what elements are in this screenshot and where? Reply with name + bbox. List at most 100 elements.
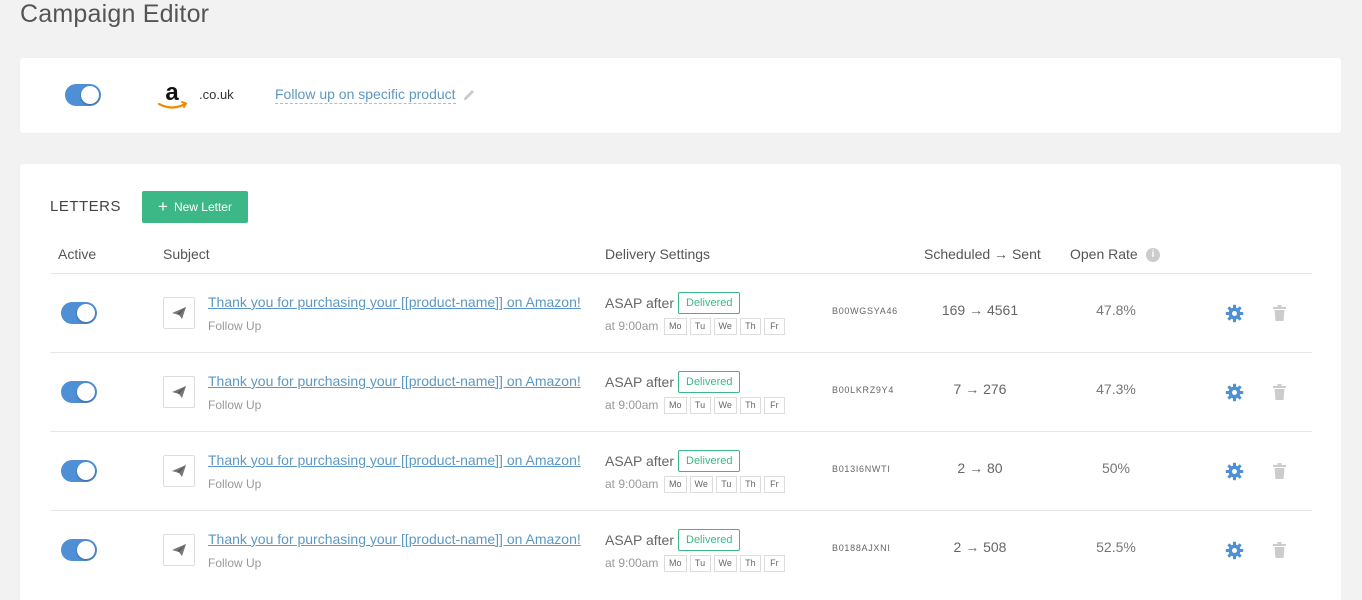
letter-subject-link[interactable]: Thank you for purchasing your [[product-…: [208, 373, 581, 389]
gear-icon[interactable]: [1225, 462, 1244, 481]
day-chip[interactable]: Mo: [664, 397, 687, 414]
trash-icon[interactable]: [1273, 542, 1286, 558]
send-icon: [163, 534, 195, 566]
table-row: Thank you for purchasing your [[product-…: [20, 432, 1341, 511]
letter-active-toggle[interactable]: [61, 302, 97, 324]
delivery-days: Mo Tu We Th Fr: [664, 555, 785, 572]
scheduled-sent-count: 7 → 276: [953, 381, 1007, 397]
open-rate-value: 47.8%: [1096, 302, 1136, 318]
day-chip[interactable]: Mo: [664, 318, 687, 335]
page-title: Campaign Editor: [20, 0, 210, 28]
letters-card: LETTERS + New Letter Active Subject Deli…: [20, 164, 1341, 600]
letter-active-toggle[interactable]: [61, 460, 97, 482]
delivery-time: at 9:00am: [605, 556, 659, 570]
info-icon[interactable]: i: [1146, 248, 1160, 262]
column-header-active: Active: [58, 246, 97, 262]
day-chip[interactable]: Tu: [715, 476, 737, 493]
day-chip[interactable]: Fr: [763, 397, 785, 414]
letter-subject-link[interactable]: Thank you for purchasing your [[product-…: [208, 531, 581, 547]
letter-type: Follow Up: [208, 556, 262, 570]
table-row: Thank you for purchasing your [[product-…: [20, 511, 1341, 590]
status-badge: Delivered: [678, 529, 741, 551]
day-chip[interactable]: Fr: [763, 555, 785, 572]
amazon-logo-icon: a: [157, 80, 188, 109]
day-chip[interactable]: Tu: [689, 555, 711, 572]
table-row: Thank you for purchasing your [[product-…: [20, 353, 1341, 432]
day-chip[interactable]: We: [713, 555, 737, 572]
column-header-delivery: Delivery Settings: [605, 246, 711, 262]
trash-icon[interactable]: [1273, 463, 1286, 479]
table-row: Thank you for purchasing your [[product-…: [20, 274, 1341, 353]
gear-icon[interactable]: [1225, 304, 1244, 323]
product-asin: B00LKRZ9Y4: [832, 385, 895, 395]
day-chip[interactable]: Fr: [763, 476, 785, 493]
delivery-time: at 9:00am: [605, 398, 659, 412]
day-chip[interactable]: We: [689, 476, 713, 493]
product-asin: B013I6NWTI: [832, 464, 891, 474]
plus-icon: +: [158, 196, 168, 216]
letter-type: Follow Up: [208, 319, 262, 333]
delivery-timing: ASAP after: [605, 295, 675, 311]
column-header-subject: Subject: [163, 246, 210, 262]
delivery-days: Mo Tu We Th Fr: [664, 318, 785, 335]
day-chip[interactable]: We: [713, 397, 737, 414]
letter-subject-link[interactable]: Thank you for purchasing your [[product-…: [208, 452, 581, 468]
product-asin: B00WGSYA46: [832, 306, 898, 316]
status-badge: Delivered: [678, 450, 741, 472]
scheduled-sent-count: 169 → 4561: [941, 302, 1019, 318]
svg-text:a: a: [165, 80, 179, 106]
toggle-knob: [77, 462, 95, 480]
campaign-header-card: a .co.uk Follow up on specific product: [20, 58, 1341, 133]
open-rate-value: 50%: [1101, 460, 1131, 476]
day-chip[interactable]: Th: [739, 476, 761, 493]
send-icon: [163, 376, 195, 408]
column-header-scheduled-sent: Scheduled → Sent: [924, 246, 1041, 262]
day-chip[interactable]: Tu: [689, 397, 711, 414]
delivery-time: at 9:00am: [605, 319, 659, 333]
letter-type: Follow Up: [208, 398, 262, 412]
day-chip[interactable]: Th: [739, 397, 761, 414]
day-chip[interactable]: We: [713, 318, 737, 335]
letter-active-toggle[interactable]: [61, 539, 97, 561]
scheduled-sent-count: 2 → 508: [953, 539, 1007, 555]
pencil-icon[interactable]: [462, 88, 476, 102]
day-chip[interactable]: Th: [739, 318, 761, 335]
day-chip[interactable]: Th: [739, 555, 761, 572]
new-letter-button[interactable]: + New Letter: [142, 191, 248, 223]
campaign-active-toggle[interactable]: [65, 84, 101, 106]
paper-plane-icon: [172, 544, 186, 556]
product-asin: B0188AJXNI: [832, 543, 891, 553]
delivery-timing: ASAP after: [605, 453, 675, 469]
scheduled-sent-count: 2 → 80: [957, 460, 1003, 476]
toggle-knob: [77, 304, 95, 322]
delivery-time: at 9:00am: [605, 477, 659, 491]
paper-plane-icon: [172, 307, 186, 319]
toggle-knob: [77, 383, 95, 401]
letter-subject-link[interactable]: Thank you for purchasing your [[product-…: [208, 294, 581, 310]
delivery-timing: ASAP after: [605, 374, 675, 390]
delivery-timing: ASAP after: [605, 532, 675, 548]
letter-active-toggle[interactable]: [61, 381, 97, 403]
trash-icon[interactable]: [1273, 305, 1286, 321]
gear-icon[interactable]: [1225, 383, 1244, 402]
gear-icon[interactable]: [1225, 541, 1244, 560]
letters-heading: LETTERS: [50, 198, 122, 215]
send-icon: [163, 455, 195, 487]
column-header-open-rate: Open Rate: [1070, 246, 1138, 262]
toggle-knob: [77, 541, 95, 559]
marketplace-domain: .co.uk: [199, 87, 234, 102]
paper-plane-icon: [172, 386, 186, 398]
day-chip[interactable]: Fr: [763, 318, 785, 335]
toggle-knob: [81, 86, 99, 104]
status-badge: Delivered: [678, 371, 741, 393]
open-rate-value: 47.3%: [1096, 381, 1136, 397]
day-chip[interactable]: Mo: [664, 555, 687, 572]
day-chip[interactable]: Tu: [689, 318, 711, 335]
trash-icon[interactable]: [1273, 384, 1286, 400]
letter-type: Follow Up: [208, 477, 262, 491]
status-badge: Delivered: [678, 292, 741, 314]
campaign-name-editable[interactable]: Follow up on specific product: [275, 86, 456, 104]
send-icon: [163, 297, 195, 329]
new-letter-label: New Letter: [173, 200, 232, 214]
day-chip[interactable]: Mo: [664, 476, 687, 493]
